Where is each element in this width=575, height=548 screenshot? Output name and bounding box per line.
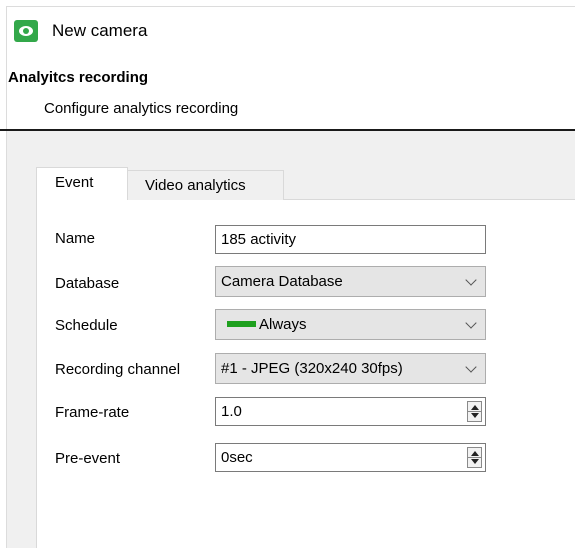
window-border-top: [6, 6, 575, 7]
pre-event-value: 0sec: [221, 449, 253, 466]
spin-down-arrow[interactable]: [471, 413, 479, 418]
spin-arrows-icon[interactable]: [467, 447, 482, 468]
tab-video-analytics[interactable]: Video analytics: [127, 170, 284, 200]
recording-channel-dropdown[interactable]: #1 - JPEG (320x240 30fps): [215, 353, 486, 384]
spin-divider: [468, 457, 481, 458]
chevron-down-icon: [465, 274, 477, 286]
tab-event[interactable]: Event: [36, 167, 128, 200]
database-dropdown[interactable]: Camera Database: [215, 266, 486, 297]
spin-arrows-icon[interactable]: [467, 401, 482, 422]
chevron-down-icon: [465, 361, 477, 373]
spin-up-arrow[interactable]: [471, 405, 479, 410]
frame-rate-spinbox[interactable]: 1.0: [215, 397, 486, 426]
dialog-window: New camera Analyitcs recording Configure…: [0, 0, 575, 548]
name-value: 185 activity: [221, 231, 297, 248]
database-value: Camera Database: [221, 273, 343, 290]
schedule-dropdown[interactable]: Always: [215, 309, 486, 340]
pre-event-label: Pre-event: [55, 450, 121, 467]
frame-rate-label: Frame-rate: [55, 404, 130, 421]
camera-eye-icon: [14, 20, 38, 42]
window-title: New camera: [52, 21, 148, 40]
schedule-value: Always: [259, 316, 307, 333]
spin-down-arrow[interactable]: [471, 459, 479, 464]
pre-event-spinbox[interactable]: 0sec: [215, 443, 486, 472]
spin-divider: [468, 411, 481, 412]
spin-up-arrow[interactable]: [471, 451, 479, 456]
schedule-label: Schedule: [55, 317, 118, 334]
database-label: Database: [55, 275, 120, 292]
schedule-color-swatch: [227, 321, 256, 328]
section-title: Analyitcs recording: [8, 69, 149, 86]
recording-channel-value: #1 - JPEG (320x240 30fps): [221, 360, 403, 377]
name-input[interactable]: 185 activity: [215, 225, 486, 254]
frame-rate-value: 1.0: [221, 403, 242, 420]
recording-channel-label: Recording channel: [55, 361, 181, 378]
eye-pupil: [23, 28, 29, 34]
chevron-down-icon: [465, 317, 477, 329]
name-label: Name: [55, 230, 96, 247]
section-subtitle: Configure analytics recording: [44, 100, 239, 117]
